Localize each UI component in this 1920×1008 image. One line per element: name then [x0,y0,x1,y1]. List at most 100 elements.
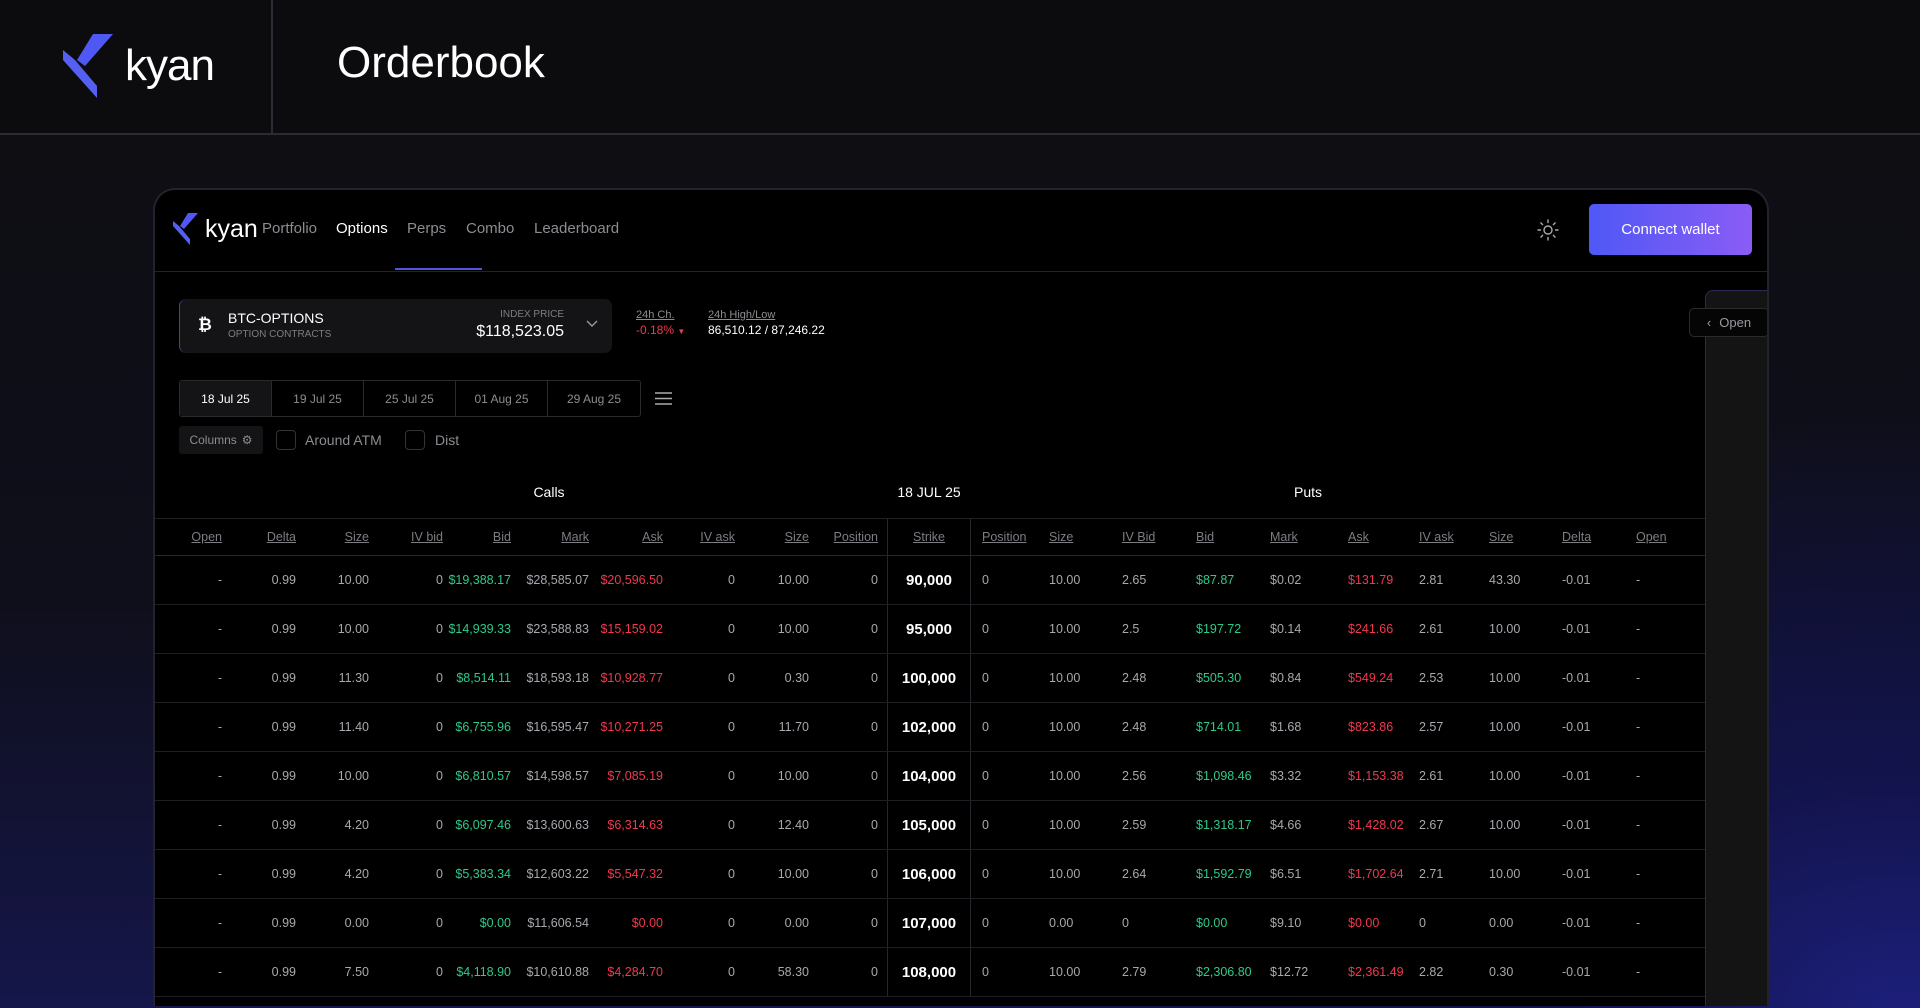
put-position: 0 [982,916,989,930]
nav-portfolio[interactable]: Portfolio [262,220,317,237]
put-mark: $1.68 [1270,720,1302,734]
header-put-mark[interactable]: Mark [1270,530,1348,544]
theme-toggle-sun-icon[interactable] [1536,218,1560,242]
table-row[interactable]: - 0.99 7.50 0 $4,118.90 $10,610.88 $4,284.70 0 5… [155,948,1705,997]
call-iv-bid: 0 [436,965,443,979]
header-put-ask[interactable]: Ask [1348,530,1419,544]
columns-button[interactable]: Columns ⚙ [179,426,263,454]
put-position: 0 [982,818,989,832]
put-iv-bid: 2.64 [1122,867,1147,881]
24h-change-label[interactable]: 24h Ch. [636,309,685,321]
table-row[interactable]: - 0.99 11.30 0 $8,514.11 $18,593.18 $10,928.77… [155,654,1705,703]
expiry-tab[interactable]: 29 Aug 25 [548,381,640,416]
kyan-logo: kyan [63,34,215,98]
put-open: - [1636,965,1641,979]
table-row[interactable]: -0.99 4.20 0 $6,097.46 $13,600.63 $6,314.63 0 1… [155,801,1705,850]
strike-price: 104,000 [887,752,971,800]
call-mark: $11,606.54 [527,916,589,930]
put-ask: $241.66 [1348,622,1394,636]
call-size: 12.40 [777,818,809,832]
put-size: 10.00 [1489,769,1521,783]
expiry-tab[interactable]: 25 Jul 25 [364,381,456,416]
around-atm-checkbox[interactable] [276,430,296,450]
chevron-left-icon: ‹ [1706,315,1712,330]
nav-perps[interactable]: Perps [407,220,446,237]
expiry-tab[interactable]: 01 Aug 25 [456,381,548,416]
table-row[interactable]: - 0.99 10.00 0 $14,939.33 $23,588.83 $15,159.0… [155,605,1705,654]
app-logo[interactable]: kyan [173,210,258,248]
header-put-size[interactable]: Size [1489,530,1562,544]
put-mark: $6.51 [1270,867,1302,881]
nav-options[interactable]: Options [336,220,388,237]
menu-icon[interactable] [655,392,672,405]
put-delta: -0.01 [1562,720,1591,734]
header-strike[interactable]: Strike [887,519,971,555]
header-call-delta[interactable]: Delta [222,530,296,544]
table-row[interactable]: - 0.99 11.40 0 $6,755.96 $16,595.47 $10,271.25… [155,703,1705,752]
header-call-ask[interactable]: Ask [589,530,663,544]
24h-high-low-label[interactable]: 24h High/Low [708,309,825,321]
put-bid: $1,098.46 [1196,769,1252,783]
put-mark: $0.02 [1270,573,1302,587]
header-put-position[interactable]: Position [971,530,1049,544]
call-iv-ask: 0 [728,573,735,587]
header-call-open[interactable]: Open [157,530,222,544]
call-size: 0.00 [344,916,369,930]
around-atm-label: Around ATM [305,432,382,448]
strike-price: 108,000 [887,948,971,996]
strike-price: 95,000 [887,605,971,653]
header-call-mark[interactable]: Mark [511,530,589,544]
put-size: 10.00 [1049,720,1081,734]
table-row[interactable]: - 0.99 10.00 0 $6,810.57 $14,598.57 $7,085.19 0… [155,752,1705,801]
put-position: 0 [982,720,989,734]
put-bid: $87.87 [1196,573,1235,587]
table-row[interactable]: - 0.99 10.00 0 $19,388.17 $28,585.07 $20,596.5… [155,556,1705,605]
expiry-tab[interactable]: 19 Jul 25 [272,381,364,416]
nav-combo[interactable]: Combo [466,220,514,237]
header-put-iv-bid[interactable]: IV Bid [1122,530,1196,544]
put-bid: $2,306.80 [1196,965,1252,979]
expiry-tab[interactable]: 18 Jul 25 [180,381,272,416]
call-size: 10.00 [777,769,809,783]
call-mark: $14,598.57 [526,769,589,783]
side-panel [1705,290,1767,1006]
header-call-iv-bid[interactable]: IV bid [369,530,443,544]
header-put-bid[interactable]: Bid [1196,530,1270,544]
header-put-delta[interactable]: Delta [1562,530,1636,544]
call-position: 0 [871,573,878,587]
nav-leaderboard[interactable]: Leaderboard [534,220,619,237]
kyan-logo-mark-icon [63,34,113,98]
put-iv-bid: 2.48 [1122,720,1147,734]
put-iv-bid: 2.5 [1122,622,1140,636]
table-row[interactable]: -0.99 4.20 0 $5,383.34 $12,603.22 $5,547.32 0 1… [155,850,1705,899]
put-iv-ask: 2.82 [1419,965,1444,979]
put-size: 10.00 [1049,622,1081,636]
dist-checkbox[interactable] [405,430,425,450]
strike-price: 105,000 [887,801,971,849]
market-selector[interactable]: ₿ BTC-OPTIONS OPTION CONTRACTS INDEX PRI… [179,299,612,353]
call-iv-ask: 0 [728,671,735,685]
call-bid: $19,388.17 [448,573,511,587]
header-put-open[interactable]: Open [1636,530,1705,544]
put-ask: $549.24 [1348,671,1394,685]
expiry-tabs: 18 Jul 25 19 Jul 25 25 Jul 25 01 Aug 25 … [179,380,641,417]
open-panel-button[interactable]: ‹ Open [1689,308,1767,337]
put-position: 0 [982,965,989,979]
put-open: - [1636,573,1641,587]
call-open: - [217,965,222,979]
connect-wallet-button[interactable]: Connect wallet [1589,204,1752,255]
put-mark: $4.66 [1270,818,1302,832]
call-mark: $13,600.63 [526,818,589,832]
header-call-iv-ask[interactable]: IV ask [663,530,735,544]
header-call-size[interactable]: Size [735,530,809,544]
header-call-bid[interactable]: Bid [443,530,511,544]
header-put-size[interactable]: Size [1049,530,1122,544]
put-delta: -0.01 [1562,769,1591,783]
header-put-iv-ask[interactable]: IV ask [1419,530,1489,544]
call-iv-ask: 0 [728,916,735,930]
call-size: 10.00 [337,622,369,636]
put-bid: $1,318.17 [1196,818,1252,832]
table-row[interactable]: - 0.99 0.00 0 $0.00 $11,606.54 $0.00 0 0.00 0 107,… [155,899,1705,948]
header-call-position[interactable]: Position [809,530,878,544]
header-call-size[interactable]: Size [296,530,369,544]
